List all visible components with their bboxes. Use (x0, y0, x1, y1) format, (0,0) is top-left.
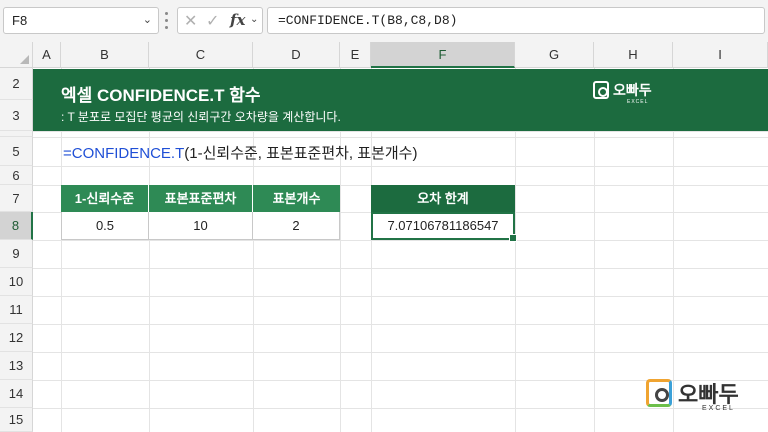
chevron-down-icon[interactable]: ⌄ (143, 8, 152, 33)
name-box[interactable]: F8 ⌄ (3, 7, 159, 34)
banner-subtitle: : T 분포로 모집단 평균의 신뢰구간 오차량을 계산합니다. (61, 110, 341, 124)
row-header-11[interactable]: 11 (0, 296, 33, 324)
row-header-10[interactable]: 10 (0, 268, 33, 296)
row-header-8[interactable]: 8 (0, 212, 33, 240)
title-banner: 엑셀 CONFIDENCE.T 함수 : T 분포로 모집단 평균의 신뢰구간 … (33, 69, 768, 131)
grid-line (33, 131, 768, 132)
footer-logo: 오빠두 EXCEL (646, 377, 756, 417)
row-header-2[interactable]: 2 (0, 68, 33, 100)
table-header-size[interactable]: 표본개수 (253, 185, 340, 212)
column-header-i[interactable]: I (673, 42, 768, 68)
table-cell-alpha[interactable]: 0.5 (61, 212, 149, 240)
row-header-6[interactable]: 6 (0, 166, 33, 185)
banner-title: 엑셀 CONFIDENCE.T 함수 (61, 86, 261, 105)
table-header-stdev[interactable]: 표본표준편차 (149, 185, 253, 212)
grid-line (33, 352, 768, 353)
column-header-b[interactable]: B (61, 42, 149, 68)
insert-function-icon[interactable]: fx (230, 11, 245, 29)
name-box-value: F8 (12, 13, 28, 28)
brand-logo: 오빠두 EXCEL (593, 80, 673, 114)
grid-line (33, 137, 768, 138)
grid-line (33, 166, 768, 167)
grid-line (33, 296, 768, 297)
column-header-e[interactable]: E (340, 42, 371, 68)
formula-input[interactable]: =CONFIDENCE.T(B8,C8,D8) (267, 7, 765, 34)
column-header-h[interactable]: H (594, 42, 673, 68)
row-header-13[interactable]: 13 (0, 352, 33, 380)
footer-logo-sub: EXCEL (702, 405, 735, 412)
column-header-d[interactable]: D (253, 42, 340, 68)
footer-logo-icon (646, 379, 672, 407)
grid-line (33, 268, 768, 269)
chevron-down-icon[interactable]: ⌄ (250, 14, 258, 25)
row-header-7[interactable]: 7 (0, 185, 33, 212)
row-header-12[interactable]: 12 (0, 324, 33, 352)
cancel-icon[interactable]: ✕ (184, 11, 197, 31)
grid-line (33, 240, 768, 241)
result-header[interactable]: 오차 한계 (371, 185, 515, 212)
table-cell-size[interactable]: 2 (253, 212, 340, 240)
row-header-5[interactable]: 5 (0, 137, 33, 166)
column-header-g[interactable]: G (515, 42, 594, 68)
syntax-arguments: (1-신뢰수준, 표본표준편차, 표본개수) (184, 145, 418, 162)
more-options-icon[interactable] (165, 12, 169, 30)
syntax-function-name: =CONFIDENCE.T (63, 145, 185, 162)
row-header-9[interactable]: 9 (0, 240, 33, 268)
row-header-15[interactable]: 15 (0, 408, 33, 432)
table-header-alpha[interactable]: 1-신뢰수준 (61, 185, 149, 212)
row-header-14[interactable]: 14 (0, 380, 33, 408)
function-syntax[interactable]: =CONFIDENCE.T(1-신뢰수준, 표본표준편차, 표본개수) (63, 142, 417, 163)
column-header-a[interactable]: A (33, 42, 61, 68)
formula-bar: F8 ⌄ ✕ ✓ fx ⌄ =CONFIDENCE.T(B8,C8,D8) (0, 0, 768, 42)
column-header-c[interactable]: C (149, 42, 253, 68)
formula-controls: ✕ ✓ fx ⌄ (177, 7, 263, 34)
result-cell-selected[interactable]: 7.07106781186547 (371, 212, 517, 242)
column-header-f[interactable]: F (371, 42, 515, 68)
grid-line (33, 324, 768, 325)
table-cell-stdev[interactable]: 10 (149, 212, 253, 240)
brand-logo-icon (593, 81, 609, 99)
select-all-corner[interactable] (0, 42, 33, 68)
row-header-3[interactable]: 3 (0, 100, 33, 131)
enter-check-icon[interactable]: ✓ (206, 11, 219, 31)
brand-logo-text: 오빠두 (613, 82, 652, 98)
brand-logo-sub: EXCEL (627, 99, 649, 105)
